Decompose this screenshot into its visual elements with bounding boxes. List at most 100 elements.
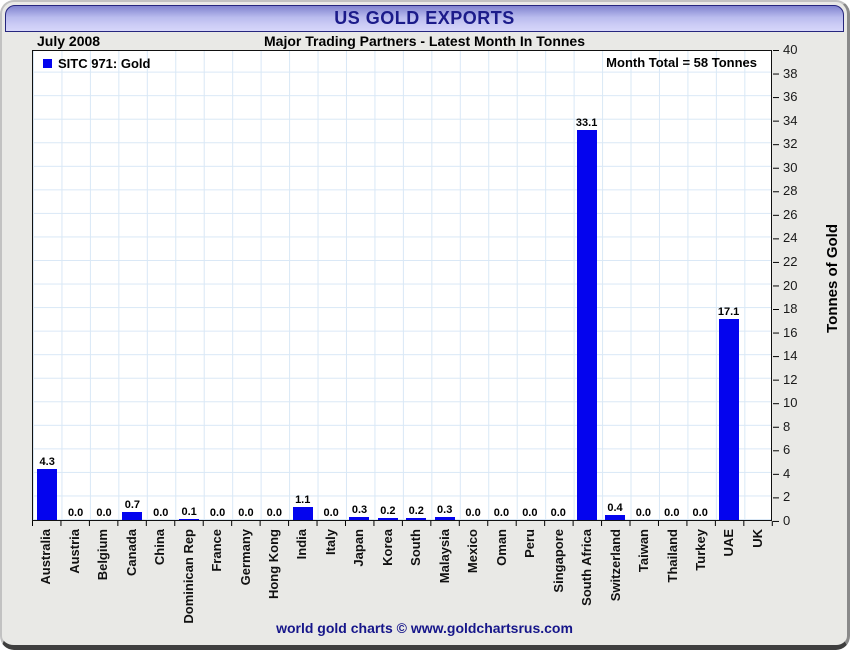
bar-column: 0.3: [430, 51, 458, 520]
y-axis-title: Tonnes of Gold: [824, 224, 841, 333]
bar: [122, 511, 143, 520]
x-tick-cell: Italy: [317, 529, 345, 633]
x-tick-cell: Australia: [32, 529, 60, 633]
x-tick-cell: Taiwan: [630, 529, 658, 633]
bar-value-label: 0.0: [522, 507, 538, 519]
x-tick-label: India: [294, 529, 310, 560]
bar-value-label: 0.1: [181, 505, 197, 518]
x-tick-cell: UAE: [715, 529, 743, 633]
bar: [179, 518, 200, 520]
y-tick-label: 30: [783, 159, 798, 175]
x-tick-label: Belgium: [95, 529, 111, 581]
plot-area: SITC 971: Gold Month Total = 58 Tonnes 4…: [32, 50, 772, 521]
x-tick-label: Hong Kong: [265, 529, 281, 600]
x-tick-label: South: [408, 529, 424, 566]
y-tick-label: 12: [783, 371, 798, 387]
x-tick-cell: Hong Kong: [260, 529, 288, 633]
x-tick-cell: Mexico: [459, 529, 487, 633]
chart-title-bar: US GOLD EXPORTS: [5, 5, 844, 32]
x-tick-cell: China: [146, 529, 174, 633]
y-tick-label: 28: [783, 183, 798, 199]
bar-column: 0.0: [516, 51, 544, 520]
x-tick-cell: Germany: [231, 529, 259, 633]
bar-value-label: 0.0: [465, 507, 481, 519]
x-tick-cell: UK: [744, 529, 772, 633]
bar-column: 0.0: [487, 51, 515, 520]
bar-value-label: 0.0: [323, 507, 339, 519]
x-tick-cell: Korea: [374, 529, 402, 633]
bar-column: 0.0: [629, 51, 657, 520]
y-tick-label: 36: [783, 89, 798, 105]
y-tick-label: 38: [783, 65, 798, 81]
x-tick-label: Turkey: [693, 529, 709, 571]
y-tick-label: 2: [783, 489, 791, 505]
x-tick-cell: Canada: [117, 529, 145, 633]
bar: [377, 517, 398, 520]
x-tick-cell: India: [288, 529, 316, 633]
y-axis-labels: 0 2 4 6 8 10 12 14 16 18 20 22 24 26 28 30 32 34 36 38 40: [783, 42, 817, 528]
x-tick-cell: Austria: [60, 529, 88, 633]
y-tick-label: 8: [783, 418, 791, 434]
bar: [292, 507, 313, 520]
x-tick-label: UAE: [721, 529, 737, 557]
x-axis-ticks: [32, 521, 773, 526]
bar-value-label: 33.1: [575, 117, 598, 130]
bar-value-label: 0.7: [124, 498, 141, 511]
footer-credit: world gold charts © www.goldchartsrus.co…: [276, 620, 573, 636]
bar-column: 0.1: [175, 51, 203, 520]
x-tick-label: Korea: [379, 529, 395, 566]
x-tick-cell: South Africa: [573, 529, 601, 633]
x-tick-label: Dominican Rep: [180, 529, 196, 624]
bar-column: 0.0: [459, 51, 487, 520]
bar-value-label: 0.2: [408, 504, 424, 517]
x-tick-label: Italy: [322, 529, 338, 556]
legend-label: SITC 971: Gold: [58, 56, 151, 71]
bar-column: 0.0: [147, 51, 175, 520]
y-tick-label: 14: [783, 348, 798, 364]
bar-column: 0.0: [203, 51, 231, 520]
bar: [718, 318, 739, 520]
x-tick-label: South Africa: [579, 529, 595, 606]
x-tick-cell: Thailand: [658, 529, 686, 633]
y-tick-label: 4: [783, 465, 791, 481]
x-tick-cell: Turkey: [687, 529, 715, 633]
x-tick-label: Austria: [66, 529, 82, 574]
bar-value-label: 0.0: [238, 507, 254, 519]
bar-column: 1.1: [289, 51, 317, 520]
x-tick-cell: Dominican Rep: [174, 529, 202, 633]
bar-column: 0.3: [345, 51, 373, 520]
bar-column: 0.2: [374, 51, 402, 520]
x-tick-label: Germany: [237, 529, 253, 586]
bar-value-label: 0.0: [493, 507, 510, 519]
x-tick-label: China: [152, 529, 168, 566]
y-tick-label: 10: [783, 395, 798, 411]
y-tick-label: 26: [783, 206, 798, 222]
x-tick-cell: Peru: [516, 529, 544, 633]
bar-column: 0.4: [601, 51, 629, 520]
bar-column: 0.0: [90, 51, 118, 520]
bar-value-label: 17.1: [717, 305, 740, 318]
bar-column: 0.0: [61, 51, 89, 520]
x-tick-cell: Switzerland: [601, 529, 629, 633]
x-tick-label: Malaysia: [436, 529, 452, 584]
month-total-annotation: Month Total = 58 Tonnes: [606, 55, 757, 70]
x-tick-label: Mexico: [465, 529, 481, 574]
y-tick-label: 22: [783, 253, 798, 269]
bar-value-label: 0.0: [153, 507, 169, 519]
y-tick-label: 6: [783, 442, 791, 458]
bar-column: 4.3: [33, 51, 61, 520]
x-tick-cell: Oman: [488, 529, 516, 633]
chart-title: US GOLD EXPORTS: [334, 8, 515, 28]
bar-value-label: 0.0: [692, 507, 708, 519]
y-tick-label: 32: [783, 136, 798, 152]
bar-value-label: 0.0: [67, 507, 84, 519]
bar: [605, 515, 625, 520]
x-tick-label: Singapore: [550, 529, 566, 593]
bar-column: 0.0: [544, 51, 572, 520]
x-tick-label: Japan: [351, 529, 367, 567]
bar: [434, 516, 455, 520]
y-tick-label: 0: [783, 513, 791, 528]
x-tick-label: France: [209, 529, 225, 572]
bar-column: 17.1: [714, 51, 742, 520]
y-tick-label: 20: [783, 277, 798, 293]
